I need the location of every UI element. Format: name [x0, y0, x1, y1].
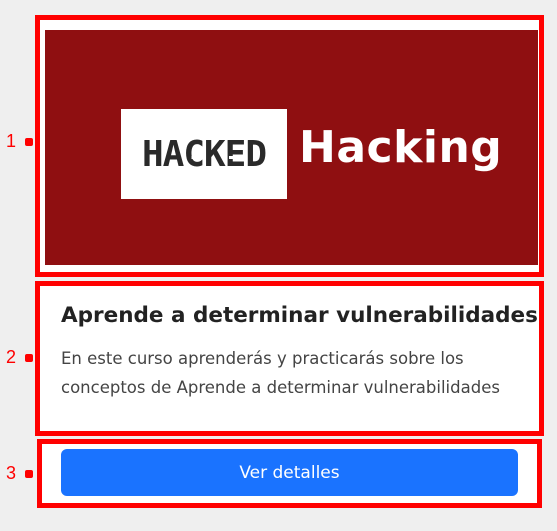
annotation-dot-1: [25, 138, 33, 146]
course-image-region: HACKED Hacking: [35, 15, 544, 277]
view-details-button[interactable]: Ver detalles: [61, 449, 518, 496]
hacked-logo: HACKED: [121, 109, 287, 199]
annotation-dot-3: [25, 470, 33, 478]
annotation-label-3: 3: [6, 463, 17, 483]
course-banner-image: HACKED Hacking: [45, 30, 538, 265]
course-action-region: Ver detalles: [37, 439, 542, 508]
banner-brand-text: Hacking: [299, 122, 503, 173]
course-info-region: Aprende a determinar vulnerabilidades En…: [35, 281, 544, 436]
course-description: En este curso aprenderás y practicarás s…: [61, 349, 500, 397]
hacked-logo-text: HACKED: [141, 133, 267, 175]
annotation-label-2: 2: [6, 347, 17, 367]
annotation-label-1: 1: [6, 131, 17, 151]
course-card-screen: 1 2 3 HACKED Hacking Aprende a determina…: [0, 0, 557, 531]
annotation-dot-2: [25, 354, 33, 362]
course-title: Aprende a determinar vulnerabilidades: [61, 303, 538, 328]
